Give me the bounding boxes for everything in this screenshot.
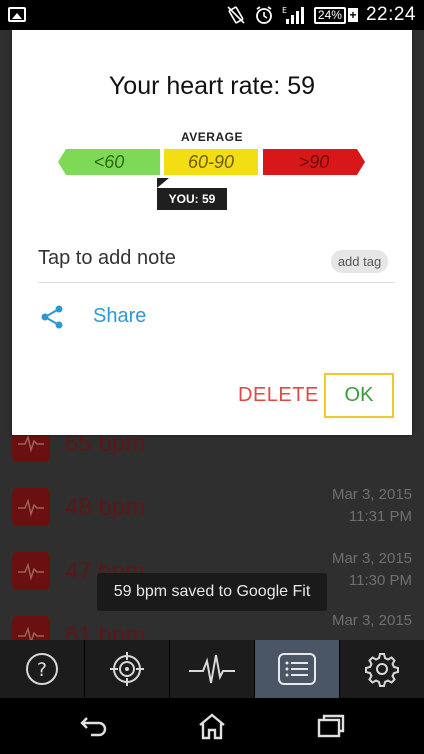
tab-settings[interactable] — [340, 640, 424, 698]
row-time: 11:30 PM — [348, 572, 412, 589]
heartbeat-icon — [12, 552, 50, 590]
row-datetime: Mar 3, 2015 11:30 PM — [332, 548, 412, 592]
delete-button[interactable]: DELETE — [238, 384, 319, 407]
status-bar: E 24% + 22:24 — [0, 0, 424, 30]
add-tag-button[interactable]: add tag — [331, 250, 388, 273]
list-item[interactable]: 48 bpm Mar 3, 2015 11:31 PM — [0, 476, 424, 540]
row-bpm: 48 bpm — [65, 494, 146, 521]
status-bar-right: E 24% + 22:24 — [226, 4, 416, 26]
row-datetime: Mar 3, 2015 — [332, 610, 412, 632]
range-label: AVERAGE — [181, 130, 243, 144]
tab-help[interactable]: ? — [0, 640, 85, 698]
home-icon — [199, 713, 225, 740]
bottom-tab-bar: ? — [0, 640, 424, 698]
settings-icon — [365, 653, 399, 687]
target-icon — [110, 652, 144, 686]
alarm-icon — [254, 5, 274, 25]
row-date: Mar 3, 2015 — [331, 550, 412, 567]
you-pointer — [157, 178, 169, 188]
range-high: >90 — [263, 149, 365, 175]
row-bpm: 61 bpm — [65, 622, 146, 640]
heart-rate-dialog: Your heart rate: 59 AVERAGE <60 60-90 >9… — [12, 30, 412, 435]
heartbeat-icon — [189, 654, 235, 684]
heartbeat-icon — [12, 616, 50, 640]
help-icon: ? — [26, 653, 58, 685]
share-icon[interactable] — [39, 304, 65, 330]
tab-pulse[interactable] — [170, 640, 255, 698]
row-date: Mar 3, 2015 — [331, 486, 412, 503]
you-marker: YOU: 59 — [157, 178, 227, 210]
charging-icon: + — [347, 8, 358, 22]
ok-button[interactable]: OK — [324, 373, 394, 418]
range-mid: 60-90 — [164, 149, 258, 175]
battery-level: 24% — [317, 7, 342, 22]
battery-indicator: 24% — [313, 6, 346, 24]
back-icon — [80, 717, 107, 737]
heartbeat-icon — [12, 488, 50, 526]
home-button[interactable] — [197, 712, 227, 740]
row-datetime: Mar 3, 2015 11:31 PM — [332, 484, 412, 528]
range-low: <60 — [58, 149, 160, 175]
gallery-notification-icon — [8, 7, 26, 22]
dialog-title: Your heart rate: 59 — [108, 72, 316, 100]
divider — [38, 282, 395, 283]
toast-message: 59 bpm saved to Google Fit — [97, 573, 327, 611]
add-note-field[interactable]: Tap to add note — [38, 247, 176, 270]
system-nav-bar — [0, 698, 424, 754]
tab-measure[interactable] — [85, 640, 170, 698]
row-time: 11:31 PM — [348, 508, 412, 525]
svg-text:?: ? — [37, 659, 47, 681]
tab-history[interactable] — [255, 640, 340, 698]
vibrate-icon — [226, 5, 246, 25]
row-date: Mar 3, 2015 — [331, 612, 412, 629]
clock: 22:24 — [365, 4, 416, 25]
share-button[interactable]: Share — [93, 305, 146, 328]
recents-button[interactable] — [316, 712, 346, 740]
signal-icon: E — [282, 5, 306, 25]
recents-icon — [317, 714, 345, 738]
back-button[interactable] — [79, 712, 109, 740]
list-icon — [278, 653, 316, 685]
svg-text:E: E — [282, 6, 287, 15]
you-badge: YOU: 59 — [157, 188, 227, 210]
